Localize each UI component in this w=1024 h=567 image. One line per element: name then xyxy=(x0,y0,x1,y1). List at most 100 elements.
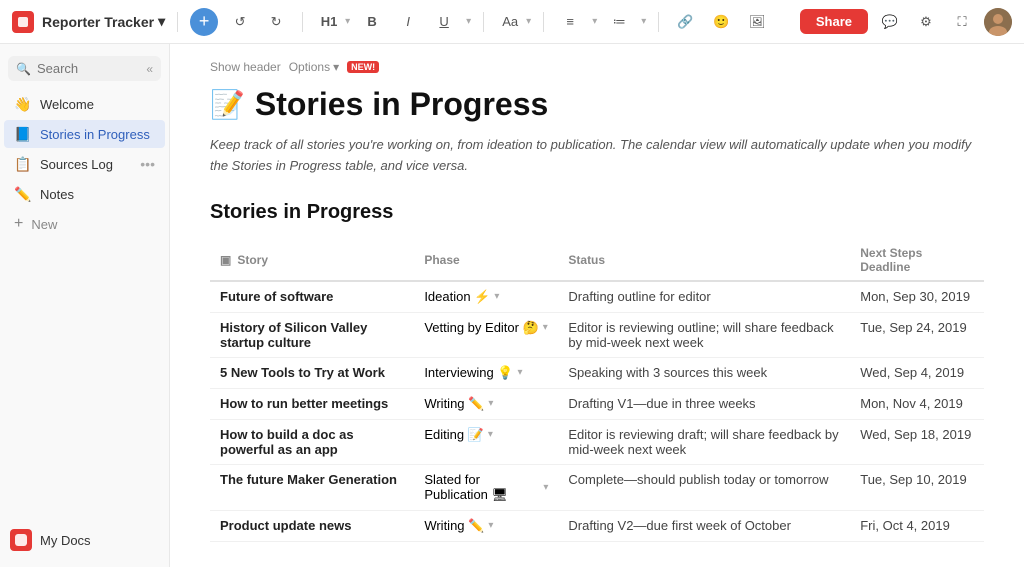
settings-button[interactable]: ⚙ xyxy=(912,8,940,36)
deadline-cell: Tue, Sep 10, 2019 xyxy=(850,464,984,510)
undo-button[interactable]: ↺ xyxy=(226,8,254,36)
phase-label: Ideation ⚡ xyxy=(424,289,490,305)
search-container: 🔍 « xyxy=(8,56,161,81)
sidebar-item-sources[interactable]: 📋 Sources Log ••• xyxy=(4,150,165,178)
search-input[interactable] xyxy=(37,61,140,76)
app-title[interactable]: Reporter Tracker ▾ xyxy=(42,13,165,30)
bold-button[interactable]: B xyxy=(358,8,386,36)
options-chevron-icon: ▾ xyxy=(333,60,339,74)
show-header-link[interactable]: Show header xyxy=(210,60,281,74)
link-button[interactable]: 🔗 xyxy=(671,8,699,36)
image-button[interactable]: 🖼 xyxy=(743,8,771,36)
phase-dropdown-icon[interactable]: ▾ xyxy=(494,291,499,302)
underline-button[interactable]: U xyxy=(430,8,458,36)
table-row: Product update news Writing ✏️ ▾ Draftin… xyxy=(210,510,984,541)
section-title-stories: Stories in Progress xyxy=(210,201,984,224)
heading-group: H1 ▾ xyxy=(315,8,350,36)
phase-dropdown-icon[interactable]: ▾ xyxy=(543,482,548,493)
table-row: How to build a doc as powerful as an app… xyxy=(210,419,984,464)
font-size-dropdown-icon: ▾ xyxy=(526,16,531,27)
phase-cell: Editing 📝 ▾ xyxy=(414,419,558,464)
story-col-icon: ▣ xyxy=(220,253,231,267)
content-area: Show header Options ▾ NEW! 📝 Stories in … xyxy=(170,44,1024,567)
divider4 xyxy=(543,12,544,32)
my-docs-label: My Docs xyxy=(40,533,91,548)
fullscreen-button[interactable]: ⛶ xyxy=(948,8,976,36)
status-cell: Drafting outline for editor xyxy=(558,281,850,313)
italic-button[interactable]: I xyxy=(394,8,422,36)
phase-dropdown-icon[interactable]: ▾ xyxy=(488,429,493,440)
options-label: Options xyxy=(289,60,330,74)
phase-cell: Interviewing 💡 ▾ xyxy=(414,357,558,388)
more-icon[interactable]: ••• xyxy=(140,156,155,172)
col-status: Status xyxy=(558,240,850,281)
my-docs-button[interactable]: My Docs xyxy=(0,521,169,559)
list-button[interactable]: ≔ xyxy=(605,8,633,36)
plus-icon: + xyxy=(14,215,23,233)
new-badge: NEW! xyxy=(347,61,379,73)
sidebar-item-label-welcome: Welcome xyxy=(40,97,155,112)
phase-dropdown-icon[interactable]: ▾ xyxy=(488,520,493,531)
header-options-bar: Show header Options ▾ NEW! xyxy=(210,60,984,74)
sidebar-item-welcome[interactable]: 👋 Welcome xyxy=(4,90,165,118)
phase-dropdown-icon[interactable]: ▾ xyxy=(543,322,548,333)
underline-dropdown-icon: ▾ xyxy=(466,16,471,27)
status-cell: Editor is reviewing outline; will share … xyxy=(558,312,850,357)
sidebar-item-stories[interactable]: 📘 Stories in Progress xyxy=(4,120,165,148)
col-phase: Phase xyxy=(414,240,558,281)
toolbar: Reporter Tracker ▾ + ↺ ↻ H1 ▾ B I U ▾ Aa… xyxy=(0,0,1024,44)
phase-cell: Writing ✏️ ▾ xyxy=(414,388,558,419)
redo-button[interactable]: ↻ xyxy=(262,8,290,36)
sidebar-item-label-stories: Stories in Progress xyxy=(40,127,155,142)
table-row: History of Silicon Valley startup cultur… xyxy=(210,312,984,357)
story-cell: The future Maker Generation xyxy=(210,464,414,510)
sidebar-item-label-sources: Sources Log xyxy=(40,157,132,172)
app-logo xyxy=(12,11,34,33)
page-description: Keep track of all stories you're working… xyxy=(210,135,984,177)
sidebar-item-notes[interactable]: ✏️ Notes xyxy=(4,180,165,208)
phase-label: Slated for Publication 🖥 xyxy=(424,472,539,503)
table-row: How to run better meetings Writing ✏️ ▾ … xyxy=(210,388,984,419)
align-button[interactable]: ≡ xyxy=(556,8,584,36)
emoji-button[interactable]: 🙂 xyxy=(707,8,735,36)
search-icon: 🔍 xyxy=(16,62,31,76)
toolbar-left: Reporter Tracker ▾ + ↺ ↻ H1 ▾ B I U ▾ Aa… xyxy=(12,8,771,36)
add-button[interactable]: + xyxy=(190,8,218,36)
phase-dropdown-icon[interactable]: ▾ xyxy=(488,398,493,409)
font-size-button[interactable]: Aa xyxy=(496,8,524,36)
phase-dropdown-icon[interactable]: ▾ xyxy=(517,367,522,378)
table-header-row: ▣Story Phase Status Next Steps Deadline xyxy=(210,240,984,281)
story-cell: How to build a doc as powerful as an app xyxy=(210,419,414,464)
heading-button[interactable]: H1 xyxy=(315,8,343,36)
new-item-button[interactable]: + New xyxy=(4,210,165,238)
stories-table: ▣Story Phase Status Next Steps Deadline … xyxy=(210,240,984,542)
deadline-cell: Wed, Sep 4, 2019 xyxy=(850,357,984,388)
divider xyxy=(177,12,178,32)
share-button[interactable]: Share xyxy=(800,9,868,34)
chevron-down-icon: ▾ xyxy=(158,13,165,30)
phase-cell: Ideation ⚡ ▾ xyxy=(414,281,558,313)
options-button[interactable]: Options ▾ xyxy=(289,60,339,74)
list-dropdown-icon: ▾ xyxy=(641,16,646,27)
story-cell: Future of software xyxy=(210,281,414,313)
phase-label: Editing 📝 xyxy=(424,427,484,443)
story-cell: How to run better meetings xyxy=(210,388,414,419)
avatar[interactable] xyxy=(984,8,1012,36)
align-dropdown-icon: ▾ xyxy=(592,16,597,27)
title-emoji: 📝 xyxy=(210,88,245,121)
collapse-sidebar-button[interactable]: « xyxy=(146,62,153,76)
divider3 xyxy=(483,12,484,32)
status-cell: Drafting V2—due first week of October xyxy=(558,510,850,541)
phase-cell: Writing ✏️ ▾ xyxy=(414,510,558,541)
content-inner: Show header Options ▾ NEW! 📝 Stories in … xyxy=(170,44,1024,567)
deadline-cell: Mon, Nov 4, 2019 xyxy=(850,388,984,419)
table-row: The future Maker Generation Slated for P… xyxy=(210,464,984,510)
phase-label: Writing ✏️ xyxy=(424,396,484,412)
divider5 xyxy=(658,12,659,32)
comment-button[interactable]: 💬 xyxy=(876,8,904,36)
status-cell: Editor is reviewing draft; will share fe… xyxy=(558,419,850,464)
col-deadline: Next Steps Deadline xyxy=(850,240,984,281)
deadline-cell: Mon, Sep 30, 2019 xyxy=(850,281,984,313)
phase-label: Interviewing 💡 xyxy=(424,365,513,381)
clipboard-icon: 📋 xyxy=(14,155,32,173)
